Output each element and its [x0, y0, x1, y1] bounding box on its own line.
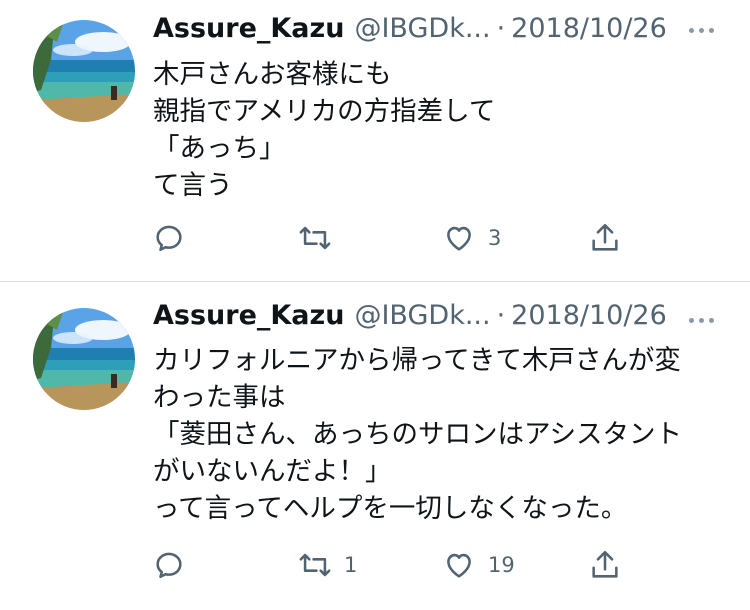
retweet-count: 1 [344, 553, 358, 577]
reply-button[interactable] [152, 545, 198, 585]
heart-icon [447, 553, 471, 578]
like-count: 19 [488, 553, 515, 577]
ellipsis-icon [688, 317, 694, 323]
speech-bubble-icon [156, 552, 182, 579]
like-button[interactable]: 19 [442, 545, 515, 585]
tweet-text-line: 「菱田さん、あっちのサロンはアシスタント [153, 419, 682, 450]
display-name[interactable]: Assure_Kazu [153, 300, 344, 331]
tweet-text: カリフォルニアから帰ってきて木戸さんが変 わった事は 「菱田さん、あっちのサロン… [153, 342, 733, 527]
tweet-date[interactable]: 2018/10/26 [511, 300, 667, 331]
tweet-text-line: カリフォルニアから帰ってきて木戸さんが変 [153, 345, 681, 376]
tweet[interactable]: Assure_Kazu @IBGDk... · 2018/10/26 カリフォル… [0, 0, 750, 610]
beach-photo-avatar-image [33, 308, 135, 410]
tweet-text-line: って言ってヘルプを一切しなくなった。 [153, 493, 628, 524]
tweet-text-line: わった事は [153, 382, 286, 413]
share-upload-icon [592, 550, 618, 578]
separator-dot: · [496, 300, 506, 331]
avatar[interactable] [33, 308, 135, 410]
share-button[interactable] [588, 545, 622, 585]
tweet-actions: 1 19 [0, 545, 750, 585]
retweet-arrows-icon [299, 553, 331, 577]
retweet-button[interactable]: 1 [298, 545, 357, 585]
tweet-text-line: がいないんだよ！」 [153, 456, 392, 487]
user-handle[interactable]: @IBGDk... [354, 300, 490, 331]
more-options-button[interactable] [683, 310, 719, 330]
tweet-header: Assure_Kazu @IBGDk... · 2018/10/26 [153, 300, 713, 338]
